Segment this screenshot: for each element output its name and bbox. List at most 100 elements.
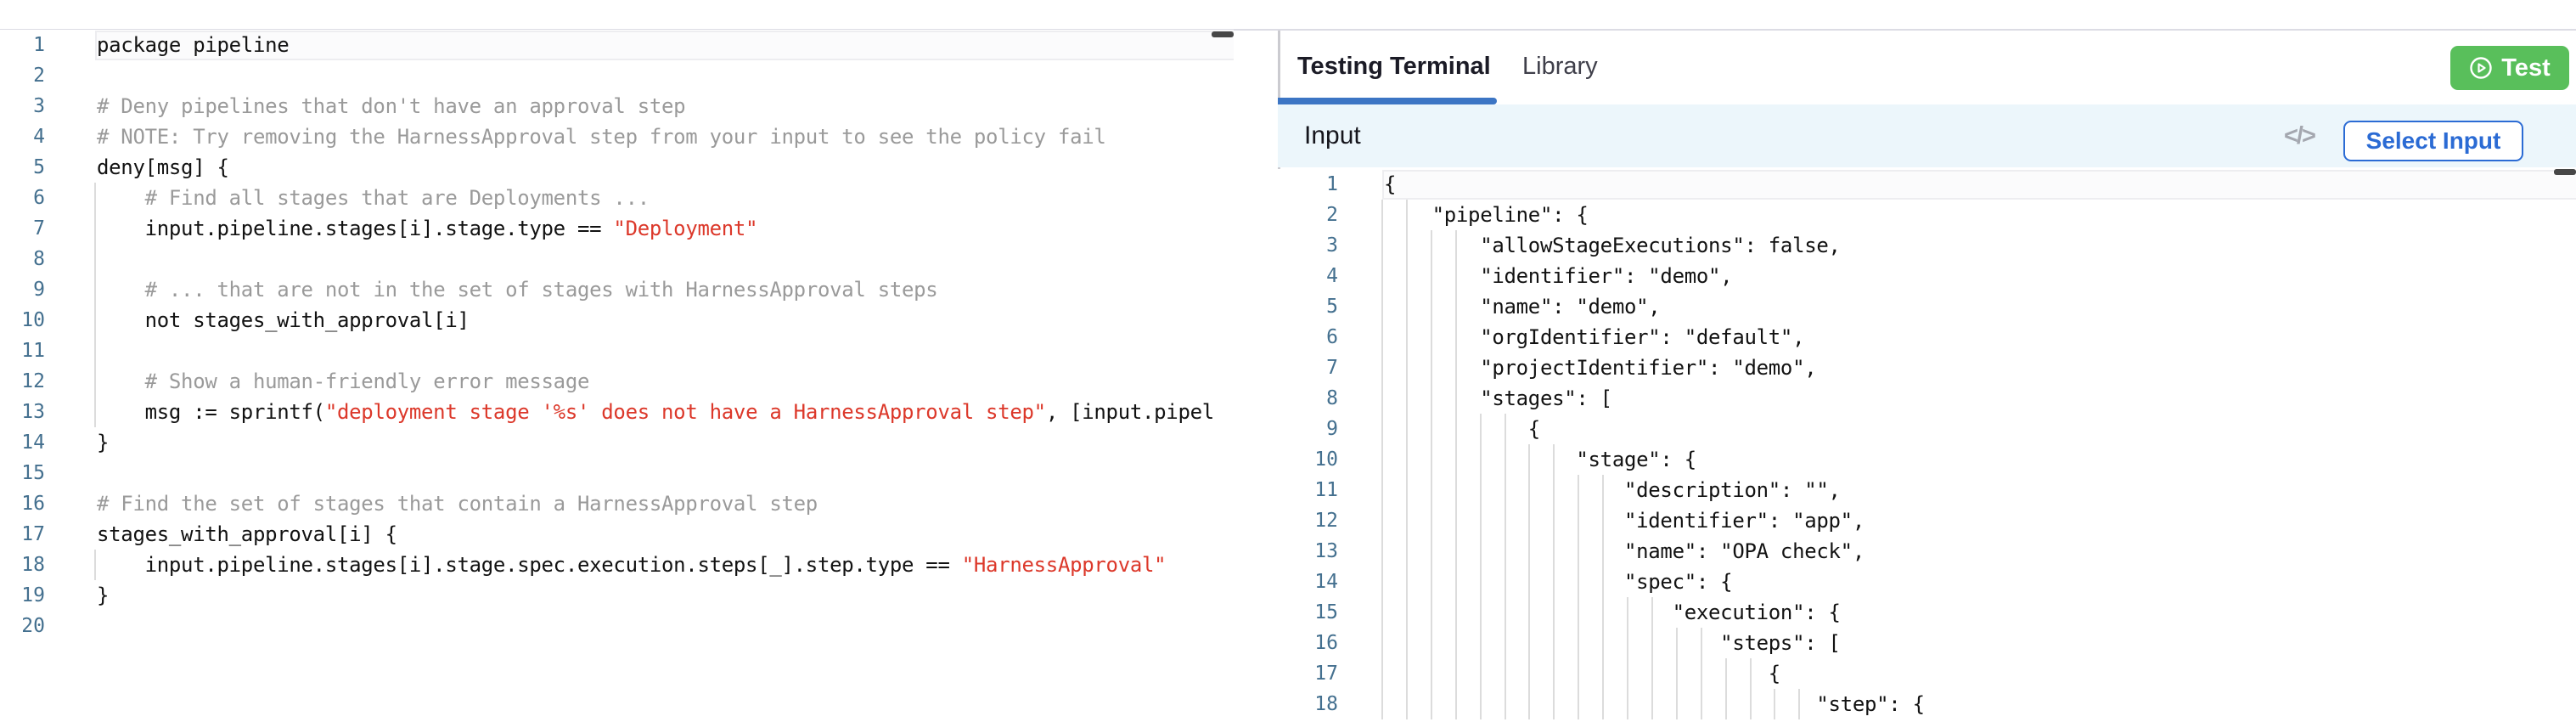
indent-guide	[1455, 291, 1457, 322]
line-number: 17	[1278, 658, 1338, 689]
line-number: 4	[1278, 261, 1338, 291]
select-input-button[interactable]: Select Input	[2343, 121, 2523, 161]
indent-guide	[1553, 444, 1555, 475]
indent-guide	[1480, 658, 1482, 689]
indent-guide	[1406, 597, 1408, 628]
indent-guide	[1406, 444, 1408, 475]
indent-guide	[1455, 628, 1457, 658]
indent-guide	[1528, 628, 1530, 658]
active-tab-underline	[1278, 98, 1497, 104]
indent-guide	[1602, 567, 1604, 597]
input-json-editor[interactable]: 1{2 "pipeline": {3 "allowStageExecutions…	[1278, 169, 2576, 722]
line-number: 8	[0, 244, 45, 274]
indent-guide	[1553, 475, 1555, 505]
code-brackets-icon[interactable]: </>	[2284, 104, 2314, 167]
line-number: 5	[0, 152, 45, 183]
line-number: 16	[0, 488, 45, 519]
code-line: # NOTE: Try removing the HarnessApproval…	[97, 121, 1106, 152]
indent-guide	[1431, 383, 1432, 414]
code-line: "name": "OPA check",	[1384, 536, 1865, 567]
code-line: "orgIdentifier": "default",	[1384, 322, 1804, 353]
indent-guide	[1455, 658, 1457, 689]
indent-guide	[1431, 658, 1432, 689]
indent-guide	[1431, 414, 1432, 444]
indent-guide	[1431, 353, 1432, 383]
left-editor-scrollbar-thumb[interactable]	[1212, 31, 1234, 37]
indent-guide	[1528, 689, 1530, 719]
indent-guide	[1578, 658, 1579, 689]
indent-guide	[1505, 597, 1506, 628]
code-line: not stages_with_approval[i]	[97, 305, 470, 336]
policy-code-editor[interactable]: 1package pipeline23# Deny pipelines that…	[0, 30, 1234, 722]
indent-guide	[1602, 689, 1604, 719]
indent-guide	[94, 305, 96, 336]
indent-guide	[1505, 536, 1506, 567]
line-number: 17	[0, 519, 45, 550]
code-line: "step": {	[1384, 689, 1925, 719]
indent-guide	[1651, 658, 1653, 689]
line-number: 2	[0, 60, 45, 91]
tab-testing-terminal[interactable]: Testing Terminal	[1297, 49, 1491, 83]
indent-guide	[94, 183, 96, 213]
line-number: 11	[0, 336, 45, 366]
indent-guide	[1406, 230, 1408, 261]
code-line: msg := sprintf("deployment stage '%s' do…	[97, 397, 1214, 427]
indent-guide	[1676, 689, 1678, 719]
indent-guide	[1578, 536, 1579, 567]
indent-guide	[1381, 597, 1383, 628]
indent-guide	[1455, 475, 1457, 505]
indent-guide	[1553, 689, 1555, 719]
indent-guide	[1528, 505, 1530, 536]
active-line-highlight	[1382, 170, 2576, 200]
indent-guide	[94, 213, 96, 244]
indent-guide	[1406, 414, 1408, 444]
indent-guide	[1480, 475, 1482, 505]
indent-guide	[1381, 444, 1383, 475]
indent-guide	[1431, 505, 1432, 536]
input-section-header: Input </> Select Input	[1278, 104, 2576, 167]
indent-guide	[1602, 597, 1604, 628]
line-number: 10	[1278, 444, 1338, 475]
indent-guide	[1431, 444, 1432, 475]
indent-guide	[1406, 536, 1408, 567]
indent-guide	[1701, 689, 1702, 719]
indent-guide	[1455, 597, 1457, 628]
indent-guide	[1676, 658, 1678, 689]
line-number: 2	[1278, 200, 1338, 230]
indent-guide	[1553, 658, 1555, 689]
indent-guide	[1578, 597, 1579, 628]
indent-guide	[1381, 628, 1383, 658]
line-number: 5	[1278, 291, 1338, 322]
indent-guide	[1480, 444, 1482, 475]
indent-guide	[1505, 567, 1506, 597]
line-number: 1	[1278, 169, 1338, 200]
line-number: 10	[0, 305, 45, 336]
tab-library[interactable]: Library	[1522, 49, 1598, 83]
indent-guide	[1578, 689, 1579, 719]
indent-guide	[1578, 567, 1579, 597]
indent-guide	[1480, 597, 1482, 628]
indent-guide	[94, 336, 96, 366]
indent-guide	[1725, 689, 1727, 719]
test-button[interactable]: Test	[2450, 46, 2569, 90]
indent-guide	[1627, 628, 1628, 658]
indent-guide	[1455, 261, 1457, 291]
line-number: 16	[1278, 628, 1338, 658]
code-line: "projectIdentifier": "demo",	[1384, 353, 1816, 383]
indent-guide	[1528, 658, 1530, 689]
code-line: # Deny pipelines that don't have an appr…	[97, 91, 685, 121]
indent-guide	[1381, 261, 1383, 291]
indent-guide	[1480, 567, 1482, 597]
indent-guide	[1455, 505, 1457, 536]
indent-guide	[1505, 689, 1506, 719]
indent-guide	[1406, 475, 1408, 505]
indent-guide	[1725, 658, 1727, 689]
indent-guide	[1553, 628, 1555, 658]
indent-guide	[1381, 567, 1383, 597]
code-line: # Find the set of stages that contain a …	[97, 488, 818, 519]
right-editor-scrollbar-thumb[interactable]	[2554, 169, 2576, 175]
indent-guide	[1528, 567, 1530, 597]
line-number: 14	[1278, 567, 1338, 597]
line-number: 18	[0, 550, 45, 580]
indent-guide	[1455, 689, 1457, 719]
